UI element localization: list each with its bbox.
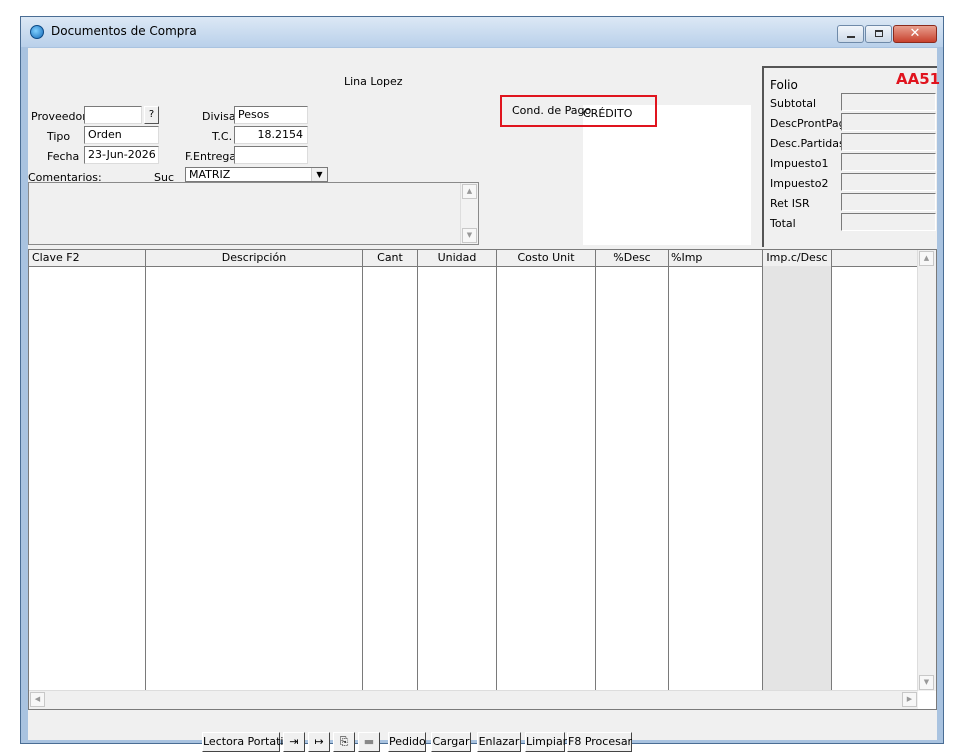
window-title: Documentos de Compra bbox=[51, 24, 197, 38]
proveedor-field[interactable] bbox=[84, 106, 142, 124]
col-descripcion[interactable]: Descripción bbox=[146, 250, 363, 266]
impuesto2-label: Impuesto2 bbox=[770, 177, 829, 190]
scroll-left-icon[interactable]: ◀ bbox=[30, 692, 45, 707]
pedido-button[interactable]: Pedido bbox=[388, 732, 426, 752]
divisa-field[interactable]: Pesos bbox=[234, 106, 308, 124]
fentrega-field[interactable] bbox=[234, 146, 308, 164]
grid-col-imp[interactable] bbox=[669, 266, 763, 691]
col-clave[interactable]: Clave F2 bbox=[29, 250, 146, 266]
scroll-down-icon[interactable]: ▼ bbox=[462, 228, 477, 243]
scroll-down-icon[interactable]: ▼ bbox=[919, 675, 934, 690]
col-unidad[interactable]: Unidad bbox=[418, 250, 497, 266]
cargar-button[interactable]: Cargar bbox=[431, 732, 471, 752]
app-icon bbox=[30, 25, 44, 39]
minimize-button[interactable] bbox=[837, 25, 864, 43]
form-client-area: Lina Lopez Proveedor ? Tipo Orden Fecha … bbox=[28, 48, 941, 752]
subtotal-label: Subtotal bbox=[770, 97, 817, 110]
folio-value: AA51 bbox=[896, 70, 941, 88]
copy-icon[interactable]: ⎘ bbox=[333, 732, 355, 752]
grid-header: Clave F2 Descripción Cant Unidad Costo U… bbox=[29, 250, 920, 267]
grid-col-imp-c-desc bbox=[763, 266, 832, 691]
chevron-down-icon[interactable]: ▼ bbox=[311, 168, 327, 181]
col-costo-unit[interactable]: Costo Unit bbox=[497, 250, 596, 266]
grid-col-desc[interactable] bbox=[596, 266, 669, 691]
lectora-portatil-button[interactable]: Lectora Portatil bbox=[202, 732, 287, 752]
tipo-field[interactable]: Orden bbox=[84, 126, 159, 144]
col-imp[interactable]: %Imp bbox=[669, 250, 763, 266]
tipo-label: Tipo bbox=[47, 130, 71, 143]
subtotal-field bbox=[841, 93, 936, 111]
enlazar-button[interactable]: Enlazar bbox=[477, 732, 521, 752]
impuesto2-field bbox=[841, 173, 936, 191]
app-window: Documentos de Compra ✕ Lina Lopez Provee… bbox=[20, 16, 944, 752]
title-bar[interactable]: Documentos de Compra ✕ bbox=[21, 17, 943, 47]
fentrega-label: F.Entrega bbox=[185, 150, 237, 163]
fecha-field[interactable]: 23-Jun-2026 bbox=[84, 146, 159, 164]
limpiar-button[interactable]: Limpiar bbox=[525, 732, 567, 752]
scroll-right-icon[interactable]: ▶ bbox=[902, 692, 917, 707]
total-label: Total bbox=[770, 217, 796, 230]
grid-col-descripcion[interactable] bbox=[146, 266, 363, 691]
folio-label: Folio bbox=[770, 78, 798, 92]
cond-pago-highlight-box bbox=[500, 95, 657, 127]
retisr-field bbox=[841, 193, 936, 211]
close-button[interactable]: ✕ bbox=[893, 25, 937, 43]
grid-col-unidad[interactable] bbox=[418, 266, 497, 691]
user-name: Lina Lopez bbox=[344, 75, 403, 88]
grid-horizontal-scrollbar[interactable]: ◀ ▶ bbox=[29, 690, 918, 709]
scroll-up-icon[interactable]: ▲ bbox=[462, 184, 477, 199]
suc-select[interactable]: MATRIZ ▼ bbox=[185, 167, 328, 182]
proveedor-lookup-button[interactable]: ? bbox=[144, 106, 159, 124]
totals-panel: Folio AA51 Subtotal DescProntPago Desc.P… bbox=[762, 66, 941, 247]
import-icon[interactable]: ⇥ bbox=[283, 732, 305, 752]
col-cant[interactable]: Cant bbox=[363, 250, 418, 266]
tc-label: T.C. bbox=[212, 130, 233, 143]
comentarios-scrollbar[interactable]: ▲ ▼ bbox=[460, 183, 478, 244]
fecha-label: Fecha bbox=[47, 150, 80, 163]
descprontpago-label: DescProntPago bbox=[770, 117, 853, 130]
divisa-label: Divisa bbox=[202, 110, 236, 123]
total-field bbox=[841, 213, 936, 231]
scroll-corner bbox=[918, 691, 936, 709]
export-icon[interactable]: ↦ bbox=[308, 732, 330, 752]
grid-col-costo-unit[interactable] bbox=[497, 266, 596, 691]
folder-icon[interactable]: ▬ bbox=[358, 732, 380, 752]
items-grid[interactable]: Clave F2 Descripción Cant Unidad Costo U… bbox=[28, 249, 937, 710]
descprontpago-field bbox=[841, 113, 936, 131]
col-extra[interactable] bbox=[832, 250, 920, 266]
maximize-icon bbox=[875, 30, 883, 37]
tc-field[interactable]: 18.2154 bbox=[234, 126, 308, 144]
col-desc[interactable]: %Desc bbox=[596, 250, 669, 266]
suc-select-value: MATRIZ bbox=[189, 168, 231, 181]
descpartidas-label: Desc.Partidas bbox=[770, 137, 845, 150]
descpartidas-field bbox=[841, 133, 936, 151]
grid-vertical-scrollbar[interactable]: ▲ ▼ bbox=[917, 250, 936, 691]
close-icon: ✕ bbox=[909, 26, 921, 41]
impuesto1-label: Impuesto1 bbox=[770, 157, 829, 170]
col-imp-c-desc[interactable]: Imp.c/Desc bbox=[763, 250, 832, 266]
grid-col-clave[interactable] bbox=[29, 266, 146, 691]
grid-col-cant[interactable] bbox=[363, 266, 418, 691]
scroll-up-icon[interactable]: ▲ bbox=[919, 251, 934, 266]
maximize-button[interactable] bbox=[865, 25, 892, 43]
procesar-button[interactable]: F8 Procesar bbox=[567, 732, 632, 752]
retisr-label: Ret ISR bbox=[770, 197, 810, 210]
comentarios-textarea[interactable]: ▲ ▼ bbox=[28, 182, 479, 245]
proveedor-label: Proveedor bbox=[31, 110, 87, 123]
minimize-icon bbox=[847, 36, 855, 38]
impuesto1-field bbox=[841, 153, 936, 171]
